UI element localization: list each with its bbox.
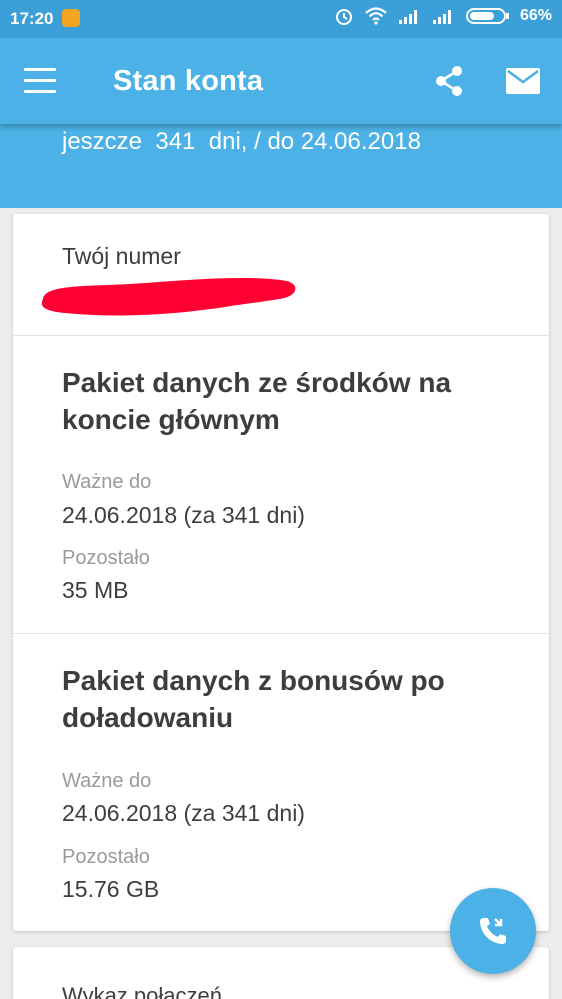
remaining-value: 35 MB: [62, 577, 129, 603]
package-title: doładowaniu: [62, 702, 234, 733]
call-fab-button[interactable]: [450, 888, 536, 974]
wifi-icon: [365, 7, 387, 25]
battery-icon: [465, 8, 509, 24]
battery-percent: 66%: [519, 7, 552, 24]
status-icons: 66%: [334, 6, 552, 26]
mail-button[interactable]: [506, 68, 540, 96]
alarm-icon: [335, 9, 352, 25]
signal-icon: [432, 10, 451, 24]
status-bar: 17:20 66%: [0, 0, 562, 38]
notification-icon: [62, 9, 80, 27]
app-bar: Stan konta: [0, 38, 562, 124]
package-title: Pakiet danych z bonusów po: [62, 665, 445, 696]
redaction-mark: [41, 277, 296, 316]
share-icon: [436, 66, 462, 96]
number-section: Twój numer: [13, 214, 549, 335]
account-card: Twój numer Pakiet danych ze środków na k…: [13, 214, 549, 931]
package-card[interactable]: Pakiet danych ze środków na koncie główn…: [13, 336, 549, 633]
mail-icon: [506, 68, 540, 94]
menu-button[interactable]: [24, 68, 64, 96]
menu-icon: [24, 68, 56, 71]
package-title: Pakiet danych ze środków na: [62, 367, 452, 398]
package-title: koncie głównym: [62, 404, 280, 435]
status-time: 17:20: [10, 9, 54, 28]
remaining-value: 15.76 GB: [62, 876, 160, 902]
number-label: Twój numer: [62, 243, 181, 269]
call-icon: [480, 918, 506, 944]
signal-icon: [398, 10, 417, 24]
call-history-label: Wykaz połączeń: [62, 983, 222, 999]
remaining-label: Pozostało: [62, 547, 150, 569]
valid-until-value: 24.06.2018 (za 341 dni): [62, 800, 305, 826]
page-title: Stan konta: [113, 65, 264, 97]
header-summary: jeszcze 341 dni, / do 24.06.2018: [0, 124, 562, 208]
remaining-label: Pozostało: [62, 846, 150, 868]
valid-until-label: Ważne do: [62, 471, 152, 493]
valid-until-value: 24.06.2018 (za 341 dni): [62, 502, 305, 528]
share-button[interactable]: [432, 64, 466, 98]
package-card[interactable]: Pakiet danych z bonusów po doładowaniu W…: [13, 634, 549, 931]
valid-until-label: Ważne do: [62, 770, 152, 792]
account-validity: jeszcze 341 dni, / do 24.06.2018: [62, 128, 421, 155]
